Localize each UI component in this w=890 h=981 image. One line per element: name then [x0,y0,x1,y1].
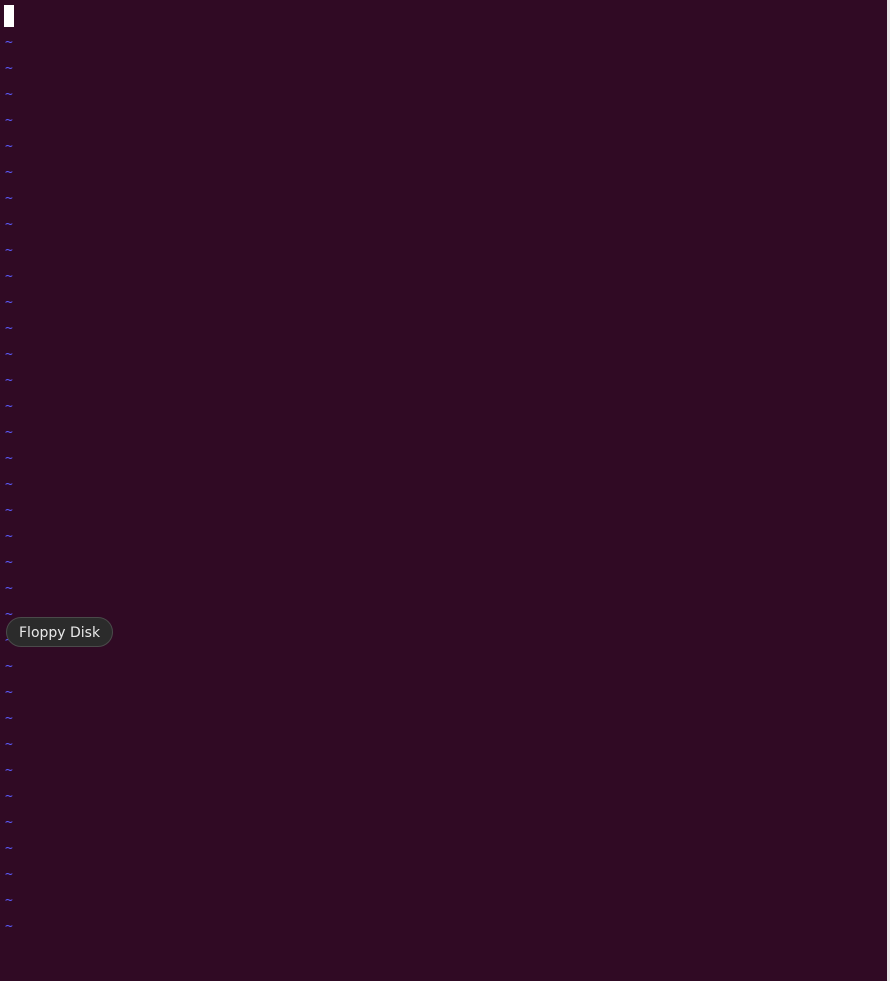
empty-line-marker: ~ [5,399,13,414]
empty-line-marker: ~ [5,425,13,440]
empty-line-marker: ~ [5,529,13,544]
empty-line-marker: ~ [5,269,13,284]
dock-tooltip: Floppy Disk [6,617,114,647]
empty-line-marker: ~ [5,789,13,804]
empty-line-marker: ~ [5,113,13,128]
empty-line-marker: ~ [5,295,13,310]
empty-line-marker: ~ [5,841,13,856]
empty-line-marker: ~ [5,191,13,206]
vim-editor-window[interactable]: ~~~~~~~~~~~~~~~~~~~~~~~~~~~~~~~~~~~ [0,0,887,981]
empty-line-marker: ~ [5,737,13,752]
empty-line-marker: ~ [5,477,13,492]
text-cursor [4,5,14,27]
empty-line-marker: ~ [5,243,13,258]
empty-line-marker: ~ [5,217,13,232]
empty-line-marker: ~ [5,815,13,830]
empty-line-marker: ~ [5,555,13,570]
empty-line-marker: ~ [5,919,13,934]
tooltip-label: Floppy Disk [19,625,101,641]
empty-line-marker: ~ [5,685,13,700]
empty-line-marker: ~ [5,867,13,882]
empty-line-marker: ~ [5,165,13,180]
empty-line-marker: ~ [5,451,13,466]
empty-line-marker: ~ [5,139,13,154]
empty-line-marker: ~ [5,581,13,596]
empty-line-marker: ~ [5,35,13,50]
empty-line-marker: ~ [5,61,13,76]
empty-line-marker: ~ [5,87,13,102]
empty-line-marker: ~ [5,659,13,674]
empty-line-marker: ~ [5,503,13,518]
empty-line-marker: ~ [5,763,13,778]
empty-line-marker: ~ [5,373,13,388]
empty-line-marker: ~ [5,321,13,336]
empty-line-marker: ~ [5,347,13,362]
empty-line-markers: ~~~~~~~~~~~~~~~~~~~~~~~~~~~~~~~~~~~ [5,30,13,940]
empty-line-marker: ~ [5,711,13,726]
empty-line-marker: ~ [5,893,13,908]
